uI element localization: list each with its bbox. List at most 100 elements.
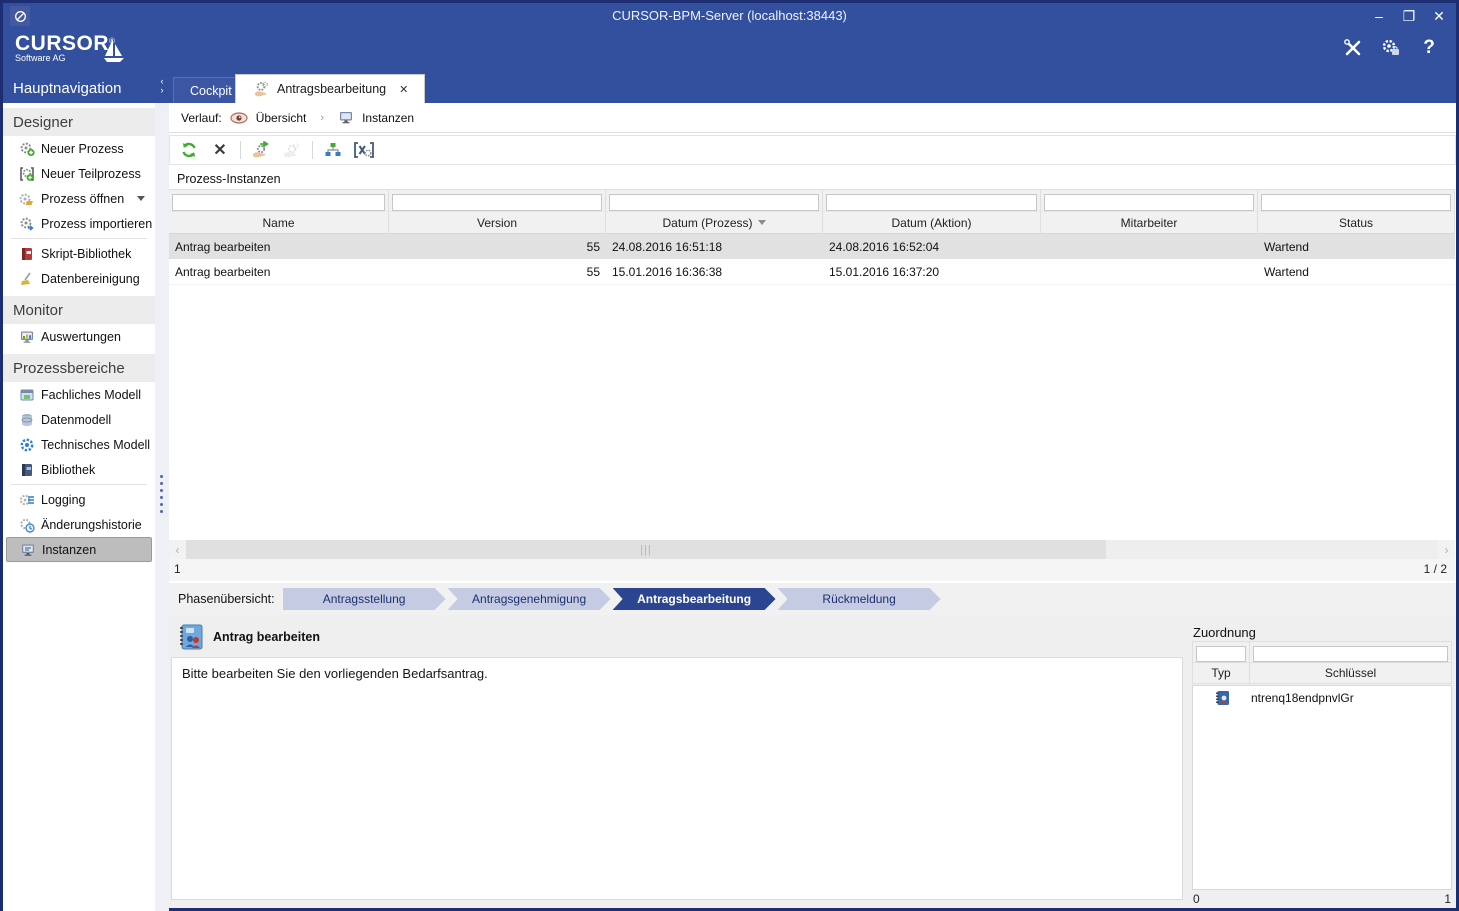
filter-status-input[interactable]	[1261, 194, 1451, 211]
splitter-collapse-handle[interactable]: ‹›	[155, 73, 169, 103]
column-header-datum-prozess[interactable]: Datum (Prozess)	[606, 211, 823, 234]
sidebar-section-prozessbereiche: Prozessbereiche	[3, 354, 155, 382]
functional-model-icon	[19, 387, 35, 403]
sidebar-item-datenbereinigung[interactable]: Datenbereinigung	[3, 266, 155, 291]
toolbar: ✕	[169, 135, 1456, 165]
zuordnung-row[interactable]: ntrenq18endpnvlGr	[1193, 686, 1451, 710]
titlebar: CURSOR-BPM-Server (localhost:38443) – ❐ …	[3, 3, 1456, 29]
filter-datum-prozess-input[interactable]	[609, 194, 819, 211]
export-variables-button[interactable]	[353, 139, 375, 161]
tab-close-icon[interactable]: ✕	[399, 83, 408, 96]
sidebar-splitter[interactable]: ‹›	[155, 73, 169, 911]
cancel-instance-button[interactable]: ✕	[209, 139, 231, 161]
sidebar-item-skript-bibliothek[interactable]: Skript-Bibliothek	[3, 241, 155, 266]
sidebar-item-technisches-modell[interactable]: Technisches Modell	[3, 432, 155, 457]
sidebar-section-monitor: Monitor	[3, 296, 155, 324]
breadcrumb-overview[interactable]: Übersicht	[256, 111, 307, 125]
column-header-mitarbeiter[interactable]: Mitarbeiter	[1041, 211, 1258, 234]
phase-rueckmeldung[interactable]: Rückmeldung	[778, 588, 941, 610]
scrollbar-thumb[interactable]: |||	[186, 540, 1106, 559]
filter-mitarbeiter-input[interactable]	[1044, 194, 1254, 211]
open-process-icon	[19, 191, 35, 207]
sidebar-item-logging[interactable]: Logging	[3, 487, 155, 512]
tab-antragsbearbeitung[interactable]: Antragsbearbeitung ✕	[235, 74, 425, 103]
sidebar: Hauptnavigation Designer Neuer Prozess N…	[3, 73, 155, 911]
zuordnung-title: Zuordnung	[1193, 625, 1256, 640]
sidebar-item-fachliches-modell[interactable]: Fachliches Modell	[3, 382, 155, 407]
zuordnung-typ-filter-input[interactable]	[1196, 646, 1246, 662]
phase-overview-label: Phasenübersicht:	[178, 592, 275, 606]
grid-title: Prozess-Instanzen	[177, 172, 281, 186]
phase-antragsbearbeitung-active[interactable]: Antragsbearbeitung	[613, 588, 776, 610]
sidebar-item-prozess-oeffnen[interactable]: Prozess öffnen	[3, 186, 155, 211]
close-button[interactable]: ✕	[1430, 7, 1448, 25]
zuordnung-table: Typ Schlüssel	[1192, 641, 1452, 684]
library-icon	[19, 462, 35, 478]
settings-wrench-icon[interactable]	[1342, 37, 1364, 59]
admin-gears-icon[interactable]	[1380, 37, 1402, 59]
brand-logo: CURSOR® Software AG	[15, 32, 115, 63]
sidebar-item-aenderungshistorie[interactable]: Änderungshistorie	[3, 512, 155, 537]
evaluations-icon	[19, 329, 35, 345]
process-diagram-button[interactable]	[322, 139, 344, 161]
filter-name-input[interactable]	[172, 194, 385, 211]
phase-antragsstellung[interactable]: Antragsstellung	[283, 588, 446, 610]
continue-process-button[interactable]	[250, 139, 272, 161]
column-header-version[interactable]: Version	[389, 211, 606, 234]
sidebar-divider	[11, 238, 147, 239]
table-row[interactable]: Antrag bearbeiten 55 15.01.2016 16:36:38…	[169, 259, 1455, 285]
import-process-icon	[19, 216, 35, 232]
sidebar-item-auswertungen[interactable]: Auswertungen	[3, 324, 155, 349]
sidebar-item-prozess-importieren[interactable]: Prozess importieren	[3, 211, 155, 236]
sidebar-item-neuer-teilprozess[interactable]: Neuer Teilprozess	[3, 161, 155, 186]
change-history-icon	[19, 517, 35, 533]
process-hand-icon	[252, 81, 270, 97]
page-indicator: 1 / 2	[1424, 562, 1447, 576]
task-description-panel: Bitte bearbeiten Sie den vorliegenden Be…	[171, 657, 1183, 900]
sidebar-item-datenmodell[interactable]: Datenmodell	[3, 407, 155, 432]
task-description: Bitte bearbeiten Sie den vorliegenden Be…	[182, 666, 488, 681]
grid-filter-row	[169, 189, 1455, 211]
grid-header-row: Name Version Datum (Prozess) Datum (Akti…	[169, 211, 1455, 234]
zuordnung-schluessel-filter-input[interactable]	[1253, 646, 1448, 662]
new-process-icon	[19, 141, 35, 157]
overview-eye-icon[interactable]	[230, 112, 248, 124]
phase-antragsgenehmigung[interactable]: Antragsgenehmigung	[448, 588, 611, 610]
sidebar-item-neuer-prozess[interactable]: Neuer Prozess	[3, 136, 155, 161]
zuordnung-count-end: 1	[1444, 892, 1451, 906]
refresh-button[interactable]	[178, 139, 200, 161]
maximize-button[interactable]: ❐	[1400, 7, 1418, 25]
row-count: 1	[174, 562, 181, 576]
scroll-right-arrow[interactable]: ›	[1438, 540, 1455, 559]
detail-area: Antrag bearbeiten Bitte bearbeiten Sie d…	[169, 615, 1456, 908]
column-header-datum-aktion[interactable]: Datum (Aktion)	[823, 211, 1041, 234]
breadcrumb-chevron-icon: ›	[320, 112, 324, 124]
toolbar-separator	[240, 141, 241, 159]
app-window: CURSOR-BPM-Server (localhost:38443) – ❐ …	[0, 0, 1459, 911]
zuordnung-body: ntrenq18endpnvlGr	[1192, 685, 1452, 890]
horizontal-scrollbar[interactable]: ‹ ||| ›	[169, 540, 1455, 559]
restart-process-button-disabled[interactable]	[281, 139, 303, 161]
column-header-name[interactable]: Name	[169, 211, 389, 234]
minimize-button[interactable]: –	[1370, 7, 1388, 25]
filter-datum-aktion-input[interactable]	[826, 194, 1037, 211]
script-library-icon	[19, 246, 35, 262]
column-header-status[interactable]: Status	[1258, 211, 1455, 234]
splitter-grip[interactable]	[160, 475, 163, 513]
sidebar-item-instanzen[interactable]: Instanzen	[6, 537, 152, 562]
zuordnung-column-schluessel[interactable]: Schlüssel	[1250, 663, 1452, 684]
new-subprocess-icon	[19, 166, 35, 182]
filter-version-input[interactable]	[392, 194, 602, 211]
chevron-down-icon[interactable]	[137, 196, 145, 201]
sidebar-section-designer: Designer	[3, 108, 155, 136]
sidebar-item-bibliothek[interactable]: Bibliothek	[3, 457, 155, 482]
breadcrumb-instances[interactable]: Instanzen	[362, 111, 414, 125]
zuordnung-column-typ[interactable]: Typ	[1192, 663, 1250, 684]
table-row[interactable]: Antrag bearbeiten 55 24.08.2016 16:51:18…	[169, 234, 1455, 259]
task-title: Antrag bearbeiten	[213, 630, 320, 644]
scroll-left-arrow[interactable]: ‹	[169, 540, 186, 559]
grid-empty-area	[169, 285, 1455, 540]
help-icon[interactable]: ?	[1418, 37, 1440, 59]
header-band: CURSOR® Software AG ?	[3, 29, 1456, 73]
zuordnung-count-start: 0	[1193, 892, 1200, 906]
